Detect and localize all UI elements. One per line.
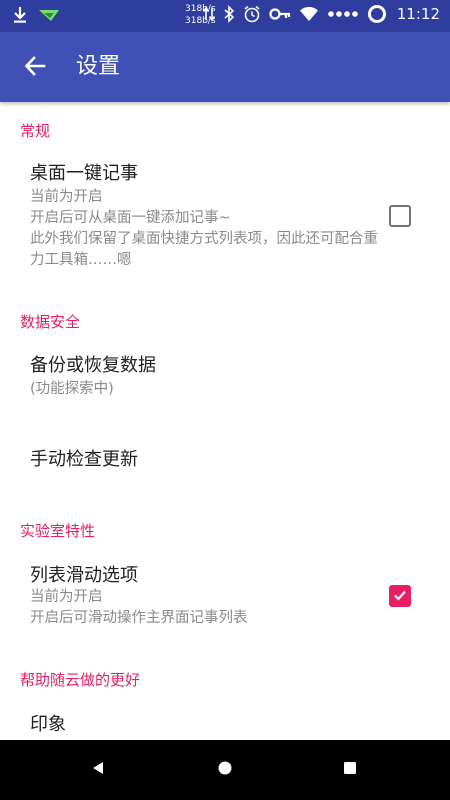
wifi-icon [299, 6, 319, 22]
data-arrows-icon [202, 6, 215, 22]
vpn-key-icon [269, 7, 291, 21]
pref-quick-note[interactable]: 桌面一键记事 当前为开启 开启后可从桌面一键添加记事~ 此外我们保留了桌面快捷方… [0, 157, 450, 277]
pref-swipe-summary: 当前为开启 开启后可滑动操作主界面记事列表 [30, 589, 248, 626]
pref-swipe[interactable]: 列表滑动选项 当前为开启 开启后可滑动操作主界面记事列表 [0, 557, 450, 637]
category-lab: 实验室特性 [20, 522, 96, 540]
status-clock: 11:12 [396, 5, 440, 23]
settings-list[interactable]: 常规 桌面一键记事 当前为开启 开启后可从桌面一键添加记事~ 此外我们保留了桌面… [0, 102, 450, 740]
status-bar: 318b/s 318b/s 11:12 [0, 0, 450, 32]
back-triangle-icon [90, 760, 106, 780]
pref-quick-note-title: 桌面一键记事 [30, 163, 138, 184]
status-left-icons [12, 6, 60, 24]
download-icon [12, 6, 28, 24]
pref-check-update-title: 手动检查更新 [30, 449, 138, 470]
pref-check-update[interactable]: 手动检查更新 [0, 432, 450, 492]
app-notification-icon [38, 7, 60, 23]
home-circle-icon [217, 760, 233, 780]
page-title: 设置 [76, 54, 121, 79]
pref-quick-note-summary: 当前为开启 开启后可从桌面一键添加记事~ 此外我们保留了桌面快捷方式列表项，因此… [30, 189, 378, 268]
status-right-icons: 11:12 [202, 4, 440, 24]
nav-recents-button[interactable] [338, 758, 362, 782]
pref-backup-summary: (功能探索中) [30, 381, 114, 397]
pref-backup-title: 备份或恢复数据 [30, 355, 156, 376]
battery-ring-icon [367, 4, 387, 24]
app-bar: 设置 [0, 32, 450, 102]
category-help: 帮助随云做的更好 [20, 671, 141, 689]
quick-note-checkbox[interactable] [389, 205, 411, 227]
check-icon [393, 587, 407, 606]
more-dots-icon [327, 10, 359, 18]
alarm-icon [243, 5, 261, 23]
nav-back-button[interactable] [86, 758, 110, 782]
category-data-security: 数据安全 [20, 313, 81, 331]
pref-swipe-title: 列表滑动选项 [30, 565, 138, 586]
swipe-checkbox[interactable] [389, 585, 411, 607]
nav-bar [0, 740, 450, 800]
arrow-back-icon [23, 54, 47, 82]
bluetooth-icon [223, 5, 235, 23]
pref-impression-title: 印象 [30, 714, 66, 735]
pref-impression[interactable]: 印象 [0, 702, 450, 740]
nav-home-button[interactable] [213, 758, 237, 782]
category-general: 常规 [20, 122, 51, 140]
recents-square-icon [342, 760, 358, 780]
back-button[interactable] [18, 51, 52, 85]
pref-backup[interactable]: 备份或恢复数据 (功能探索中) [0, 345, 450, 425]
